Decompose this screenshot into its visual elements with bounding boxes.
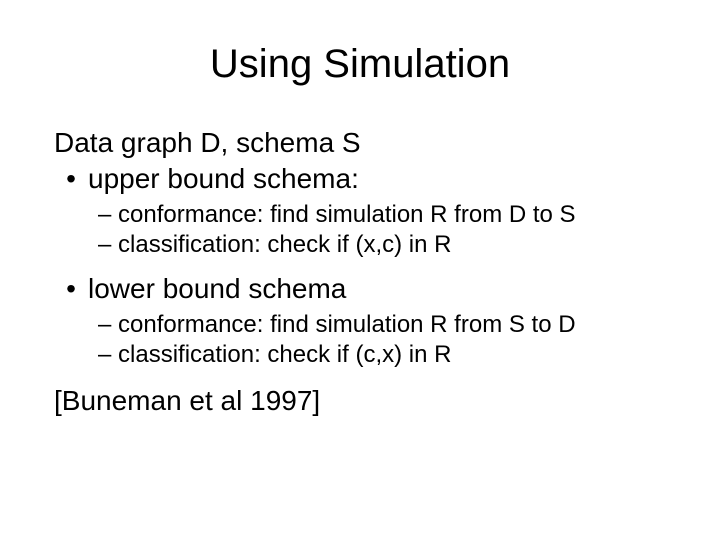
- dash-glyph: –: [98, 311, 111, 338]
- sub-list-item: – classification: check if (c,x) in R: [54, 341, 666, 369]
- sub-item-label: classification: check if (x,c) in R: [118, 231, 451, 258]
- list-item-label: lower bound schema: [88, 273, 346, 304]
- slide: Using Simulation Data graph D, schema S …: [0, 0, 720, 540]
- citation: [Buneman et al 1997]: [54, 385, 666, 417]
- sub-list-item: – classification: check if (x,c) in R: [54, 231, 666, 259]
- sub-item-label: conformance: find simulation R from S to…: [118, 311, 576, 338]
- bullet-glyph: •: [54, 163, 88, 195]
- bullet-list: •upper bound schema: – conformance: find…: [54, 163, 666, 369]
- dash-glyph: –: [98, 341, 111, 368]
- sub-list-item: – conformance: find simulation R from S …: [54, 311, 666, 339]
- sub-list: – conformance: find simulation R from S …: [54, 311, 666, 369]
- bullet-glyph: •: [54, 273, 88, 305]
- slide-title: Using Simulation: [54, 42, 666, 87]
- dash-glyph: –: [98, 231, 111, 258]
- list-item: •upper bound schema: – conformance: find…: [54, 163, 666, 259]
- list-item-label: upper bound schema:: [88, 163, 359, 194]
- dash-glyph: –: [98, 201, 111, 228]
- sub-item-label: conformance: find simulation R from D to…: [118, 201, 576, 228]
- sub-item-label: classification: check if (c,x) in R: [118, 341, 451, 368]
- intro-text: Data graph D, schema S: [54, 127, 666, 159]
- sub-list-item: – conformance: find simulation R from D …: [54, 201, 666, 229]
- sub-list: – conformance: find simulation R from D …: [54, 201, 666, 259]
- list-item: •lower bound schema – conformance: find …: [54, 273, 666, 369]
